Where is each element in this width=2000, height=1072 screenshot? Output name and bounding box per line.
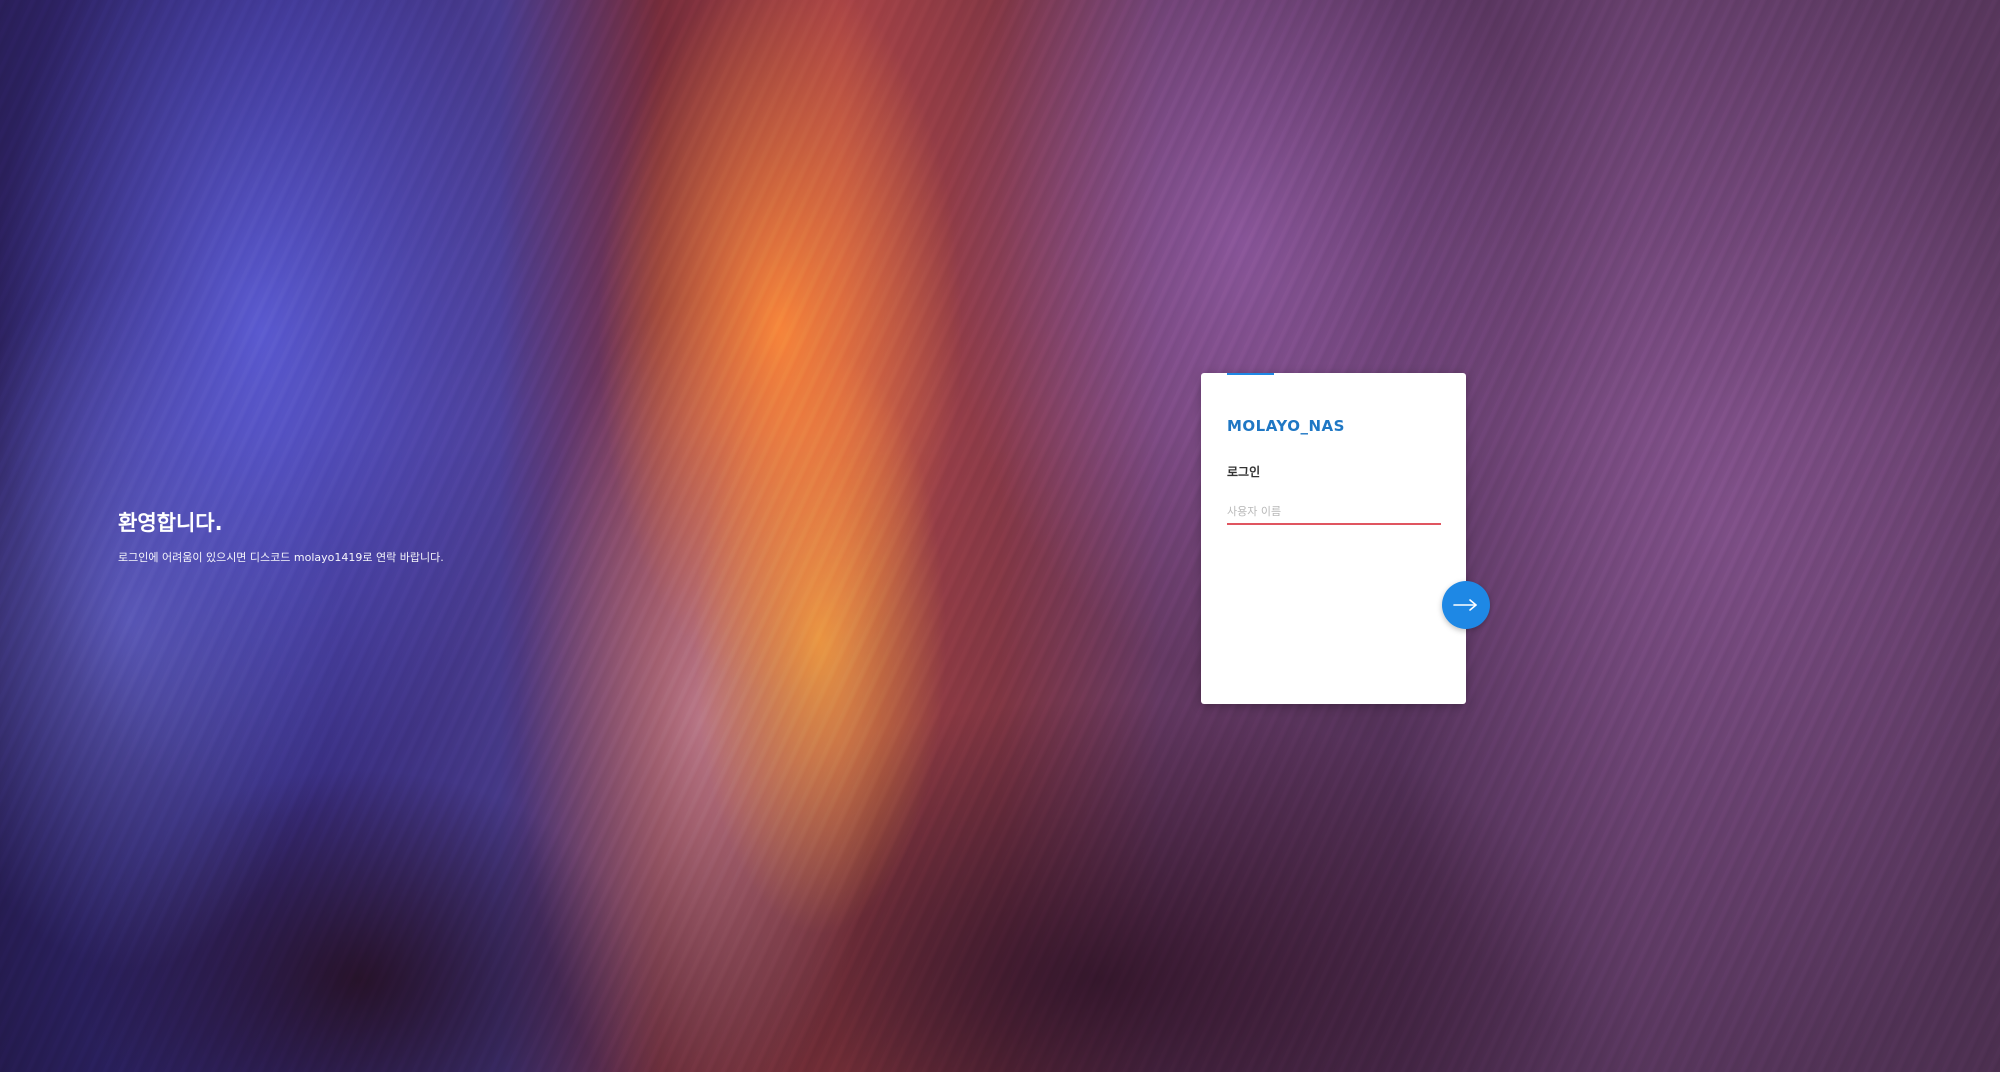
arrow-right-icon (1453, 598, 1479, 612)
login-card: MOLAYO_NAS 로그인 (1201, 373, 1466, 704)
welcome-message: 로그인에 어려움이 있으시면 디스코드 molayo1419로 연락 바랍니다. (118, 551, 444, 564)
welcome-panel: 환영합니다. 로그인에 어려움이 있으시면 디스코드 molayo1419로 연… (118, 508, 444, 566)
welcome-title: 환영합니다. (118, 511, 223, 535)
login-screen: 환영합니다. 로그인에 어려움이 있으시면 디스코드 molayo1419로 연… (0, 0, 2000, 1072)
brand-name: MOLAYO_NAS (1227, 417, 1345, 435)
username-input[interactable] (1227, 499, 1441, 525)
login-heading: 로그인 (1227, 465, 1261, 479)
next-button[interactable] (1442, 581, 1490, 629)
card-accent-bar (1227, 373, 1274, 375)
